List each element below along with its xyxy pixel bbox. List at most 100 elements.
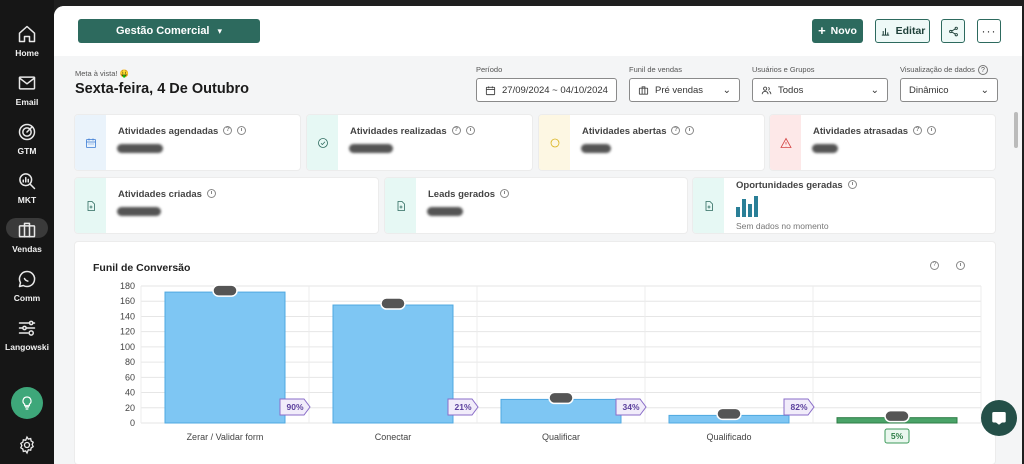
users-label: Usuários e Grupos — [752, 65, 815, 74]
y-tick-label: 160 — [120, 296, 135, 306]
card-title: Atividades atrasadas — [813, 126, 937, 137]
view-select[interactable]: Dinâmico ⌄ — [900, 78, 998, 102]
bar-value-redacted — [716, 407, 742, 421]
conversion-rate-label: 34% — [622, 402, 639, 412]
sidebar-item-gtm[interactable]: GTM — [0, 122, 54, 162]
card-value-redacted — [581, 144, 611, 153]
clock-icon[interactable] — [206, 189, 216, 198]
card-overdue-activities[interactable]: Atividades atrasadas — [770, 115, 995, 170]
card-completed-activities[interactable]: Atividades realizadas — [307, 115, 532, 170]
y-tick-label: 140 — [120, 311, 135, 321]
card-value-redacted — [117, 207, 161, 216]
funnel-bar — [332, 304, 454, 424]
sidebar-item-vendas[interactable]: Vendas — [0, 218, 54, 260]
clock-icon[interactable] — [685, 126, 695, 135]
users-select[interactable]: Todos ⌄ — [752, 78, 888, 102]
main-area: Gestão Comercial ▾ + Novo Editar ··· Met… — [54, 6, 1022, 464]
card-icon-area — [75, 115, 106, 170]
card-title: Atividades agendadas — [118, 126, 247, 137]
sidebar-item-langowski[interactable]: Langowski — [0, 318, 54, 358]
settings-button[interactable] — [17, 435, 37, 460]
file-plus-icon — [705, 200, 713, 211]
y-tick-label: 20 — [125, 403, 135, 413]
sidebar: Home Email GTM MKT Vendas Comm Langowski — [0, 0, 54, 464]
clock-icon[interactable] — [847, 180, 857, 189]
clock-icon[interactable] — [465, 126, 475, 135]
card-created-activities[interactable]: Atividades criadas — [75, 178, 378, 233]
funnel-value: Pré vendas — [655, 84, 704, 96]
file-plus-icon — [397, 200, 405, 211]
card-generated-opportunities[interactable]: Oportunidades geradas Sem dados no momen… — [693, 178, 995, 233]
tagline: Meta à vista! 🤑 — [75, 69, 129, 78]
help-icon[interactable] — [451, 126, 461, 135]
sidebar-item-label: Home — [15, 48, 39, 58]
x-tick-label: Conectar — [375, 432, 412, 442]
y-tick-label: 60 — [125, 372, 135, 382]
sidebar-item-email[interactable]: Email — [0, 73, 54, 113]
conversion-funnel-panel: Funil de Conversão 020406080100120140160… — [75, 242, 995, 464]
edit-button[interactable]: Editar — [875, 19, 930, 43]
card-title-text: Atividades realizadas — [350, 126, 447, 137]
final-rate-label: 5% — [891, 431, 904, 441]
more-options-button[interactable]: ··· — [977, 19, 1001, 43]
card-title: Atividades criadas — [118, 189, 216, 200]
lightbulb-button[interactable] — [11, 387, 43, 419]
new-button[interactable]: + Novo — [812, 19, 863, 43]
funnel-chart: 0 20 40 60 80 100 120 140 160 180 Zerar / Validar … — [120, 281, 982, 444]
top-bar: Gestão Comercial ▾ + Novo Editar ··· — [54, 6, 1022, 56]
sidebar-item-home[interactable]: Home — [0, 24, 54, 64]
funnel-select[interactable]: Pré vendas ⌄ — [629, 78, 740, 102]
view-label: Visualização de dados? — [900, 65, 988, 76]
card-generated-leads[interactable]: Leads gerados — [385, 178, 687, 233]
card-value-redacted — [349, 144, 393, 153]
clock-icon[interactable] — [927, 126, 937, 135]
workspace-selector[interactable]: Gestão Comercial ▾ — [78, 19, 260, 43]
home-icon — [18, 25, 36, 43]
period-label: Período — [476, 65, 503, 74]
help-icon[interactable]: ? — [977, 65, 988, 76]
card-title-text: Atividades criadas — [118, 189, 202, 200]
card-title: Leads gerados — [428, 189, 510, 200]
page-title: Sexta-feira, 4 De Outubro — [75, 81, 250, 97]
chevron-down-icon: ⌄ — [980, 84, 989, 96]
circle-icon — [550, 138, 559, 147]
card-open-activities[interactable]: Atividades abertas — [539, 115, 764, 170]
workspace-name: Gestão Comercial — [115, 25, 210, 37]
help-icon[interactable] — [223, 126, 233, 135]
card-value-redacted — [427, 207, 463, 216]
help-icon[interactable] — [913, 126, 923, 135]
scrollbar-thumb[interactable] — [1014, 112, 1018, 148]
period-picker[interactable]: 27/09/2024 ~ 04/10/2024 — [476, 78, 617, 102]
share-button[interactable] — [941, 19, 965, 43]
sidebar-item-label: Langowski — [5, 342, 49, 352]
bar-chart-icon — [881, 27, 889, 36]
chevron-down-icon: ⌄ — [870, 84, 879, 96]
bar-value-redacted — [380, 297, 406, 310]
target-icon — [18, 123, 36, 141]
y-tick-label: 40 — [125, 388, 135, 398]
clock-icon[interactable] — [237, 126, 247, 135]
card-icon-area — [770, 115, 801, 170]
bar-value-redacted — [212, 284, 238, 297]
gear-icon — [19, 435, 35, 455]
share-icon — [948, 26, 958, 36]
sidebar-item-label: MKT — [17, 195, 37, 205]
calendar-icon — [485, 85, 496, 95]
empty-state-text: Sem dados no momento — [736, 221, 829, 231]
card-title-text: Atividades atrasadas — [813, 126, 909, 137]
new-button-label: Novo — [830, 25, 857, 37]
view-label-text: Visualização de dados — [900, 65, 975, 74]
card-scheduled-activities[interactable]: Atividades agendadas — [75, 115, 300, 170]
y-tick-label: 120 — [120, 327, 135, 337]
sidebar-item-label: Email — [15, 97, 39, 107]
help-icon[interactable] — [671, 126, 681, 135]
clock-icon[interactable] — [500, 189, 510, 198]
sidebar-item-mkt[interactable]: MKT — [0, 171, 54, 211]
y-tick-label: 80 — [125, 357, 135, 367]
chat-button[interactable] — [981, 400, 1017, 436]
sidebar-item-comm[interactable]: Comm — [0, 269, 54, 309]
view-value: Dinâmico — [909, 84, 949, 96]
briefcase-icon — [638, 85, 649, 95]
briefcase-icon — [18, 222, 36, 238]
card-icon-area — [75, 178, 106, 233]
